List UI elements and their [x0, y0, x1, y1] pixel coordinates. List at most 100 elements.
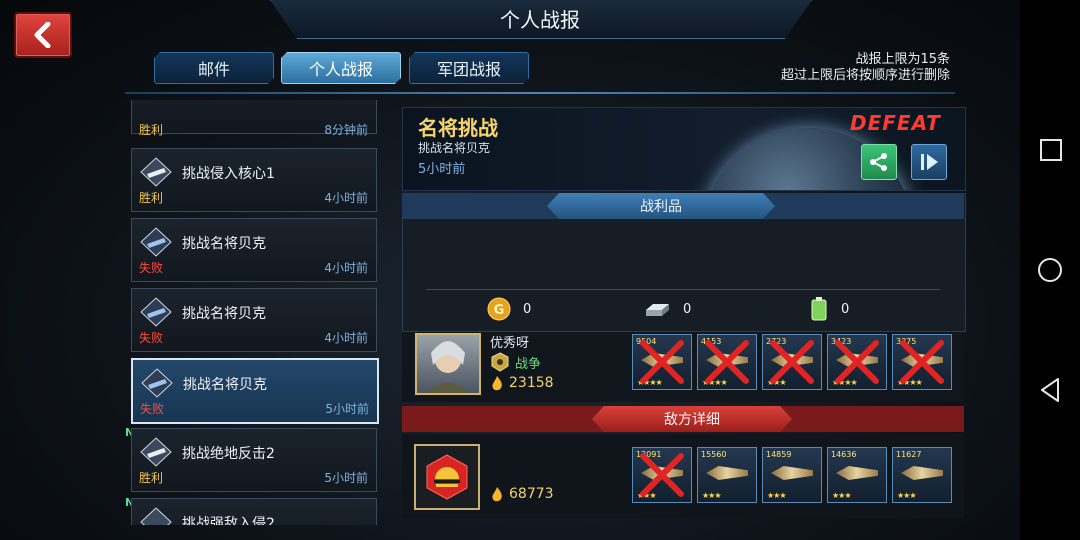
- report-time: 4小时前: [324, 261, 368, 275]
- report-item[interactable]: 挑战名将贝克 失败 4小时前: [131, 288, 377, 352]
- metal-reward: 0: [643, 296, 691, 322]
- flame-icon: [492, 487, 502, 502]
- home-circle-icon: [1038, 258, 1062, 282]
- power-value: 23158: [509, 375, 554, 391]
- destroyed-x-icon: [900, 340, 944, 384]
- report-list[interactable]: 胜利 8分钟前 挑战侵入核心1 胜利 4小时前 挑战名将贝克 失败 4小时前 挑…: [125, 100, 387, 525]
- report-status: 胜利: [139, 471, 164, 485]
- svg-text:G: G: [494, 303, 505, 318]
- ship-power: 11627: [896, 450, 922, 459]
- enemy-details-label: 敌方详细: [592, 406, 792, 432]
- destroyed-x-icon: [640, 453, 684, 497]
- report-name: 挑战绝地反击2: [182, 446, 275, 462]
- report-name: 挑战名将贝克: [183, 377, 267, 393]
- energy-battery-icon: [811, 297, 827, 321]
- share-button[interactable]: [861, 144, 897, 180]
- report-name: 挑战名将贝克: [182, 236, 266, 252]
- enemy-power-value: 68773: [509, 486, 554, 502]
- battleship-icon: [140, 507, 172, 525]
- ship-card[interactable]: 15560 ★★★: [697, 447, 757, 503]
- ship-card[interactable]: 12091 ★★★: [632, 447, 692, 503]
- destroyed-x-icon: [770, 340, 814, 384]
- battle-subtitle: 挑战名将贝克: [418, 141, 491, 155]
- home-button[interactable]: [1036, 256, 1064, 284]
- system-back-button[interactable]: [1036, 376, 1064, 404]
- report-status: 失败: [140, 402, 165, 416]
- ship-stars: ★★★: [832, 491, 851, 500]
- battleship-icon: [140, 157, 172, 187]
- ship-card[interactable]: 2723 ★★★: [762, 334, 822, 390]
- ship-card[interactable]: 3423 ★★★★: [827, 334, 887, 390]
- report-item[interactable]: 挑战侵入核心1 胜利 4小时前: [131, 148, 377, 212]
- report-status: 失败: [139, 331, 164, 345]
- notice-line-1: 战报上限为15条: [855, 52, 950, 67]
- report-item[interactable]: 胜利 8分钟前: [131, 100, 377, 137]
- metal-ingot-icon: [646, 304, 669, 316]
- report-limit-notice: 战报上限为15条 超过上限后将按顺序进行删除: [781, 52, 950, 84]
- ship-hull: [771, 466, 813, 480]
- report-item-selected[interactable]: 挑战名将贝克 失败 5小时前: [131, 358, 379, 424]
- battleship-icon: [140, 437, 172, 467]
- back-button[interactable]: [14, 12, 72, 58]
- ship-power: 14859: [766, 450, 792, 459]
- ship-card[interactable]: 3375 ★★★★: [892, 334, 952, 390]
- notice-line-2: 超过上限后将按顺序进行删除: [780, 68, 950, 83]
- report-name: 挑战强敌入侵2: [182, 516, 275, 525]
- loot-divider: [426, 289, 940, 290]
- report-time: 5小时前: [324, 471, 368, 485]
- enemy-faction-icon: [426, 454, 468, 500]
- replay-button[interactable]: [911, 144, 947, 180]
- report-item[interactable]: 挑战名将贝克 失败 4小时前: [131, 218, 377, 282]
- ship-hull: [836, 466, 878, 480]
- recents-button[interactable]: [1036, 136, 1064, 164]
- report-item[interactable]: 挑战绝地反击2 胜利 5小时前: [131, 428, 377, 492]
- battle-result: DEFEAT: [850, 111, 941, 135]
- battleship-icon: [140, 297, 172, 327]
- player-faction: 战争: [490, 352, 541, 372]
- metal-value: 0: [683, 301, 692, 317]
- gold-coin-icon: G: [487, 297, 511, 321]
- ship-power: 15560: [701, 450, 727, 459]
- ship-stars: ★★★: [897, 491, 916, 500]
- ship-stars: ★★★: [702, 491, 721, 500]
- ship-card[interactable]: 11627 ★★★: [892, 447, 952, 503]
- faction-emblem-icon: [491, 352, 509, 372]
- tab-mail[interactable]: 邮件: [154, 52, 274, 84]
- ship-card[interactable]: 4153 ★★★★: [697, 334, 757, 390]
- tab-personal-reports[interactable]: 个人战报: [281, 52, 401, 84]
- report-time: 5小时前: [325, 402, 369, 416]
- report-name: 挑战名将贝克: [182, 306, 266, 322]
- battle-time: 5小时前: [418, 162, 466, 177]
- report-time: 4小时前: [324, 331, 368, 345]
- header-divider: [125, 92, 955, 94]
- back-arrow-icon: [34, 22, 51, 48]
- battleship-icon: [141, 368, 173, 398]
- ship-stars: ★★★: [767, 491, 786, 500]
- report-status: 胜利: [139, 191, 164, 205]
- recents-square-icon: [1040, 139, 1062, 161]
- energy-reward: 0: [809, 296, 849, 322]
- report-name: 挑战侵入核心1: [182, 166, 275, 182]
- ship-hull: [706, 466, 748, 480]
- player-name: 优秀呀: [490, 336, 530, 351]
- ship-card[interactable]: 14636 ★★★: [827, 447, 887, 503]
- battleship-icon: [140, 227, 172, 257]
- destroyed-x-icon: [835, 340, 879, 384]
- enemy-avatar[interactable]: [414, 444, 480, 510]
- ship-card[interactable]: 9504 ★★★★: [632, 334, 692, 390]
- gold-reward: G 0: [487, 296, 531, 322]
- flame-icon: [492, 376, 502, 391]
- replay-icon: [921, 154, 938, 170]
- energy-value: 0: [841, 301, 850, 317]
- player-avatar[interactable]: [415, 333, 481, 395]
- report-status: 胜利: [139, 123, 164, 137]
- tab-legion-reports[interactable]: 军团战报: [409, 52, 529, 84]
- ship-hull: [901, 466, 943, 480]
- report-item[interactable]: 挑战强敌入侵2: [131, 498, 377, 525]
- faction-name: 战争: [515, 356, 542, 372]
- page-title: 个人战报: [500, 8, 580, 32]
- back-triangle-icon: [1041, 378, 1059, 402]
- destroyed-x-icon: [640, 340, 684, 384]
- ship-card[interactable]: 14859 ★★★: [762, 447, 822, 503]
- share-icon: [870, 153, 887, 171]
